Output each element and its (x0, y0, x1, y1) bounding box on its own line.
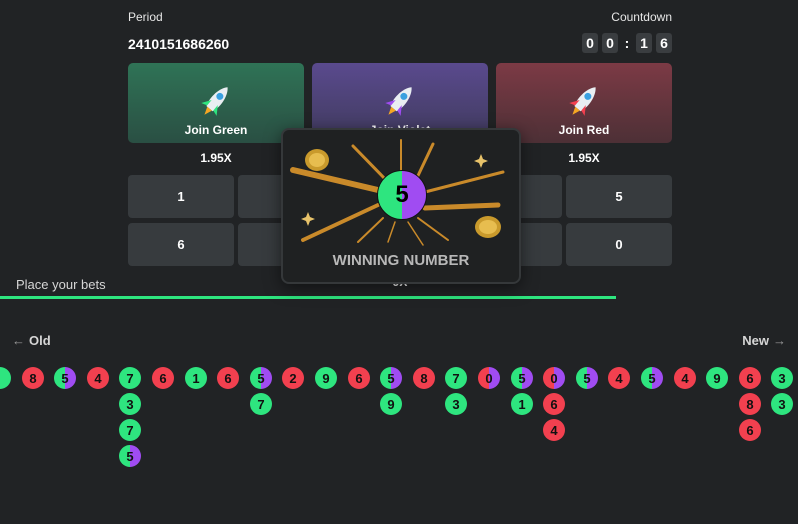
history-ball: 5 (54, 367, 76, 389)
history-ball: 3 (771, 393, 793, 415)
countdown-digit: 0 (602, 33, 618, 53)
period-label: Period (128, 10, 163, 24)
history-ball: 5 (641, 367, 663, 389)
history-ball: 0 (543, 367, 565, 389)
history-ball: 4 (543, 419, 565, 441)
history-ball: 3 (771, 367, 793, 389)
arrow-left-icon: ← (12, 333, 25, 348)
history-ball: 3 (119, 393, 141, 415)
join-green-label: Join Green (184, 123, 248, 137)
history-ball: 8 (739, 393, 761, 415)
progress-bar (0, 296, 616, 299)
old-button[interactable]: ← Old (12, 333, 51, 348)
history-ball: 9 (315, 367, 337, 389)
history-ball: 7 (119, 419, 141, 441)
countdown-digit: 0 (582, 33, 598, 53)
history-ball: 5 (119, 445, 141, 467)
history-ball: 5 (250, 367, 272, 389)
coin-icon (475, 216, 501, 238)
winning-number-label: WINNING NUMBER (332, 252, 470, 269)
rocket-icon (385, 87, 412, 116)
red-multiplier: 1.95X (568, 151, 600, 165)
winning-number-ball: 5 (377, 170, 427, 220)
history-ball: 6 (348, 367, 370, 389)
number-button-5[interactable]: 5 (566, 175, 672, 218)
new-label: New (742, 333, 769, 348)
history-ball: 9 (380, 393, 402, 415)
history-ball: 0 (478, 367, 500, 389)
history-ball: 5 (576, 367, 598, 389)
green-multiplier: 1.95X (200, 151, 232, 165)
coin-icon (305, 149, 329, 171)
countdown-label: Countdown (611, 10, 672, 24)
history-ball: 1 (511, 393, 533, 415)
number-button-0[interactable]: 0 (566, 223, 672, 266)
countdown-digit: 1 (636, 33, 652, 53)
history-ball: 6 (152, 367, 174, 389)
rocket-icon (201, 87, 228, 116)
join-red-button[interactable]: Join Red (496, 63, 672, 143)
history-ball: 1 (185, 367, 207, 389)
number-button-6[interactable]: 6 (128, 223, 234, 266)
arrow-right-icon: → (773, 333, 786, 348)
countdown-digit: 6 (656, 33, 672, 53)
join-red-label: Join Red (558, 123, 610, 137)
history-ball: 5 (511, 367, 533, 389)
history-ball: 4 (608, 367, 630, 389)
history-ball: 4 (674, 367, 696, 389)
old-label: Old (29, 333, 51, 348)
history-ball: 9 (706, 367, 728, 389)
history-ball: 8 (413, 367, 435, 389)
history-ball: 5 (380, 367, 402, 389)
history-ball: 7 (119, 367, 141, 389)
history-ball: 6 (739, 419, 761, 441)
history-ball: 2 (282, 367, 304, 389)
history-ball: 7 (250, 393, 272, 415)
history-ball: 6 (739, 367, 761, 389)
place-bets-text: Place your bets (16, 277, 106, 292)
number-button-1[interactable]: 1 (128, 175, 234, 218)
history-ball: 6 (217, 367, 239, 389)
join-green-button[interactable]: Join Green (128, 63, 304, 143)
history-ball (0, 367, 11, 389)
history-ball: 7 (445, 367, 467, 389)
history-ball: 4 (87, 367, 109, 389)
winning-number-popup: 5 WINNING NUMBER (281, 128, 521, 284)
progress-track (0, 296, 700, 299)
history-ball: 8 (22, 367, 44, 389)
history-ball: 6 (543, 393, 565, 415)
countdown-timer: 0 0 : 1 6 (582, 33, 672, 53)
rocket-icon (569, 87, 596, 116)
new-button[interactable]: New → (742, 333, 786, 348)
countdown-separator: : (624, 35, 630, 51)
period-value: 2410151686260 (128, 36, 230, 52)
history-ball: 3 (445, 393, 467, 415)
